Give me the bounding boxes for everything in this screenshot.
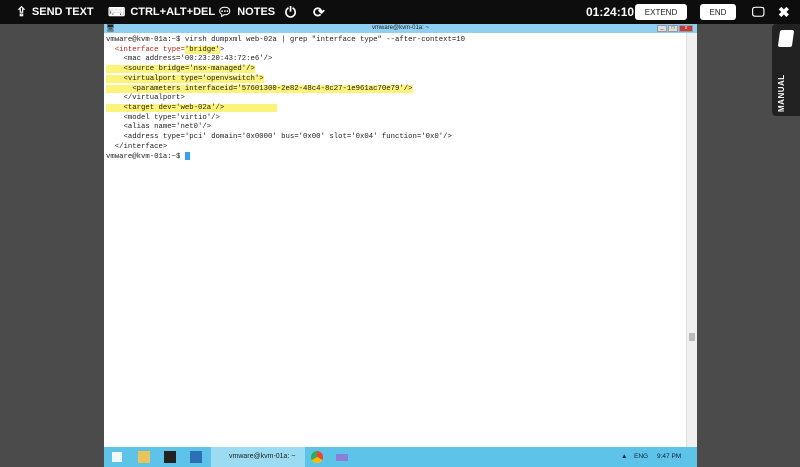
vertical-scrollbar[interactable] [686,33,697,447]
highlighted-text: <source bridge='nsx-managed'/> [106,65,255,74]
terminal-output[interactable]: vmware@kvm-01a:~$ virsh dumpxml web-02a … [106,36,465,163]
send-text-icon: ⇪ [16,4,27,19]
taskbar-window-label: vmware@kvm-01a: ~ [229,453,296,460]
tag-name: <interface [114,45,159,54]
taskbar: vmware@kvm-01a: ~ ▲ ENG 9:47 PM [104,447,697,467]
speech-bubble-icon: 💬︎ [217,5,233,19]
terminal-line: vmware@kvm-01a:~$ virsh dumpxml web-02a … [106,36,466,44]
terminal-line: vmware@kvm-01a:~$ [106,152,465,163]
attr-value: 'bridge' [184,45,220,54]
chrome-icon[interactable] [311,451,323,463]
highlighted-text: <virtualport type='openvswitch'> [106,74,264,83]
ctrl-alt-del-button[interactable]: ⌨ CTRL+ALT+DEL [108,0,215,24]
close-icon: ✖ [778,3,790,20]
terminal-line: <source bridge='nsx-managed'/> [106,65,465,75]
prompt: vmware@kvm-01a:~$ [106,153,185,162]
manual-label: MANUAL [777,74,786,112]
cursor [184,152,190,161]
minimize-button[interactable]: _ [657,25,667,32]
powershell-icon[interactable] [190,451,202,463]
terminal-line: <model type='virtio'/> [106,113,220,122]
notes-button[interactable]: 💬︎ NOTES [217,0,275,24]
putty-icon: 🖥︎ [106,25,115,32]
display-button[interactable]: 🖵 [752,0,765,24]
start-icon[interactable] [112,452,122,462]
terminal-line: </virtualport> [106,94,185,103]
power-icon: ⏻ [285,3,297,20]
terminal-line: <interface type='bridge'> [106,45,465,56]
file-explorer-icon[interactable] [138,451,150,463]
send-text-button[interactable]: ⇪ SEND TEXT [16,0,94,24]
scroll-thumb[interactable] [689,333,695,341]
terminal-line: <mac address='00:23:20:43:72:e6'/> [106,55,273,64]
window-close-button[interactable]: x [679,25,693,32]
maximize-button[interactable]: □ [668,25,678,32]
terminal-line: <parameters interfaceid='57601300-2e82-4… [106,84,465,95]
language-indicator[interactable]: ENG [634,447,648,467]
terminal-line: <alias name='net0'/> [106,123,212,132]
window-title: vmware@kvm-01a: ~ [372,25,429,31]
highlighted-text: <parameters interfaceid='57601300-2e82-4… [106,84,413,93]
extend-button[interactable]: EXTEND [635,4,687,20]
clock[interactable]: 9:47 PM [657,447,681,467]
tag-close: > [219,45,225,54]
power-button[interactable]: ⏻ [285,0,296,24]
top-toolbar: ⇪ SEND TEXT ⌨ CTRL+ALT+DEL 💬︎ NOTES ⏻ ⟳ 01:… [0,0,800,24]
attr-name: type= [158,45,185,54]
window-titlebar: 🖥︎ vmware@kvm-01a: ~ _ □ x [104,24,697,33]
remote-screen[interactable]: 🖥︎ vmware@kvm-01a: ~ _ □ x vmware@kvm-01a:… [104,24,697,467]
timer: 01:24:10 [586,5,635,19]
refresh-button[interactable]: ⟳ [313,0,325,24]
taskbar-window-putty[interactable]: vmware@kvm-01a: ~ [211,447,305,467]
tray-arrow-icon[interactable]: ▲ [621,447,627,467]
close-button[interactable]: ✖ [778,0,790,24]
monitor-icon: 🖵 [752,4,765,19]
refresh-icon: ⟳ [313,3,325,20]
terminal-line: <virtualport type='openvswitch'> [106,74,465,85]
terminal-line: <target dev='web-02a'/> [106,103,465,114]
terminal-line: <address type='pci' domain='0x0000' bus=… [106,133,452,142]
highlighted-text: <target dev='web-02a'/> [106,103,225,112]
end-button[interactable]: END [700,4,736,20]
manual-tab[interactable]: MANUAL [772,24,800,116]
terminal-icon[interactable] [164,451,176,463]
book-icon [777,30,795,47]
keyboard-icon: ⌨ [108,5,126,19]
terminal-line: </interface> [106,142,168,151]
app-icon[interactable] [336,454,348,461]
